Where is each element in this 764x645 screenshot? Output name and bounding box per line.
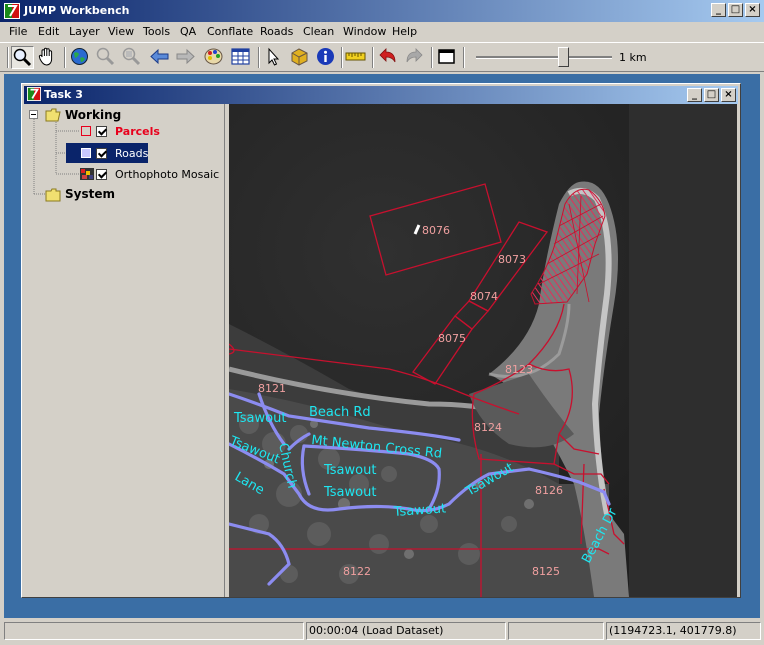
layer-orthophoto-mosaic[interactable]: Orthophoto Mosaic (115, 168, 219, 181)
road-label: Tsawout (323, 463, 376, 478)
menu-window[interactable]: Window (343, 25, 386, 38)
menu-tools[interactable]: Tools (143, 25, 170, 38)
attribute-table-icon[interactable] (230, 46, 253, 69)
parcel-label: 8073 (498, 253, 526, 266)
task-title-bar[interactable]: Task 3 _ □ × (24, 86, 738, 104)
back-arrow-icon[interactable] (149, 46, 172, 69)
task-close-button[interactable]: × (721, 88, 736, 102)
scale-label: 1 km (619, 51, 647, 64)
menu-layer[interactable]: Layer (69, 25, 100, 38)
menu-conflate[interactable]: Conflate (207, 25, 253, 38)
parcel-label: 8075 (438, 332, 466, 345)
zoom-to-layer-icon[interactable] (121, 46, 144, 69)
layer-roads[interactable]: Roads (115, 147, 148, 160)
measure-ruler-icon[interactable] (345, 46, 368, 69)
parcels-style-swatch (81, 126, 91, 136)
select-arrow-icon[interactable] (263, 46, 286, 69)
map-canvas[interactable]: 8076 8073 8074 8075 8123 8121 8124 8126 … (229, 104, 737, 597)
parcel-label: 8074 (470, 290, 498, 303)
menu-roads[interactable]: Roads (260, 25, 293, 38)
maximize-button[interactable]: □ (728, 3, 743, 17)
parcel-label: 8076 (422, 224, 450, 237)
minimize-button[interactable]: _ (711, 3, 726, 17)
folder-closed-icon (45, 188, 61, 202)
status-panel-timer: 00:00:04 (Load Dataset) (306, 622, 506, 640)
folder-open-icon (45, 108, 61, 122)
menu-qa[interactable]: QA (180, 25, 196, 38)
status-panel-memory (508, 622, 604, 640)
menu-file[interactable]: File (9, 25, 27, 38)
category-system[interactable]: System (65, 187, 115, 201)
window-icon[interactable] (436, 46, 459, 69)
road-label: Tsawout (323, 485, 376, 500)
layer-tree: Working Parcels Roads Orthophoto Mosaic … (25, 104, 225, 597)
app-title: JUMP Workbench (24, 4, 130, 17)
parcel-label: 8126 (535, 484, 563, 497)
toolbar-separator (431, 47, 433, 68)
zoom-to-selected-icon[interactable] (95, 46, 118, 69)
jump-app-icon (4, 3, 20, 19)
toolbar-separator (64, 47, 66, 68)
scale-slider-track[interactable] (476, 56, 612, 59)
menu-view[interactable]: View (108, 25, 134, 38)
parcel-label: 8121 (258, 382, 286, 395)
toolbar-separator (258, 47, 260, 68)
roads-visibility-checkbox[interactable] (96, 148, 107, 159)
task-title: Task 3 (44, 88, 83, 101)
map-view[interactable]: 8076 8073 8074 8075 8123 8121 8124 8126 … (229, 104, 737, 597)
parcel-label: 8124 (474, 421, 502, 434)
menu-help[interactable]: Help (392, 25, 417, 38)
status-bar: 00:00:04 (Load Dataset) (1194723.1, 4017… (0, 620, 764, 645)
undo-icon[interactable] (377, 46, 400, 69)
roads-style-swatch (81, 148, 91, 158)
status-panel-coordinates: (1194723.1, 401779.8) (606, 622, 761, 640)
layer-palette-icon[interactable] (203, 46, 226, 69)
pan-hand-icon[interactable] (37, 46, 60, 69)
menu-edit[interactable]: Edit (38, 25, 59, 38)
parcels-visibility-checkbox[interactable] (96, 126, 107, 137)
forward-arrow-icon[interactable] (175, 46, 198, 69)
toolbar-separator (341, 47, 343, 68)
parcel-label: 8125 (532, 565, 560, 578)
close-button[interactable]: × (745, 3, 760, 17)
parcel-label: 8122 (343, 565, 371, 578)
zoom-in-icon[interactable] (11, 46, 34, 69)
scale-slider-thumb[interactable] (558, 47, 569, 67)
toolbar-separator (372, 47, 374, 68)
redo-icon[interactable] (404, 46, 427, 69)
feature-box-icon[interactable] (289, 46, 312, 69)
raster-layer-icon (80, 168, 94, 180)
orthophoto-visibility-checkbox[interactable] (96, 169, 107, 180)
toolbar-separator (7, 47, 9, 68)
road-label: Tsawout (233, 411, 286, 426)
task-minimize-button[interactable]: _ (687, 88, 702, 102)
parcel-label: 8123 (505, 363, 533, 376)
task-icon (27, 87, 41, 101)
globe-icon[interactable] (69, 46, 92, 69)
menu-clean[interactable]: Clean (303, 25, 334, 38)
task-maximize-button[interactable]: □ (704, 88, 719, 102)
layer-parcels[interactable]: Parcels (115, 125, 160, 138)
app-title-bar[interactable]: JUMP Workbench _ □ × (0, 0, 764, 22)
menu-bar: File Edit Layer View Tools QA Conflate R… (0, 22, 764, 42)
toolbar (0, 42, 764, 72)
road-label: Beach Rd (309, 405, 371, 420)
status-panel-message (4, 622, 304, 640)
toolbar-separator (463, 47, 465, 68)
info-icon[interactable] (315, 46, 338, 69)
collapse-toggle-icon[interactable] (29, 110, 38, 119)
category-working[interactable]: Working (65, 108, 121, 122)
